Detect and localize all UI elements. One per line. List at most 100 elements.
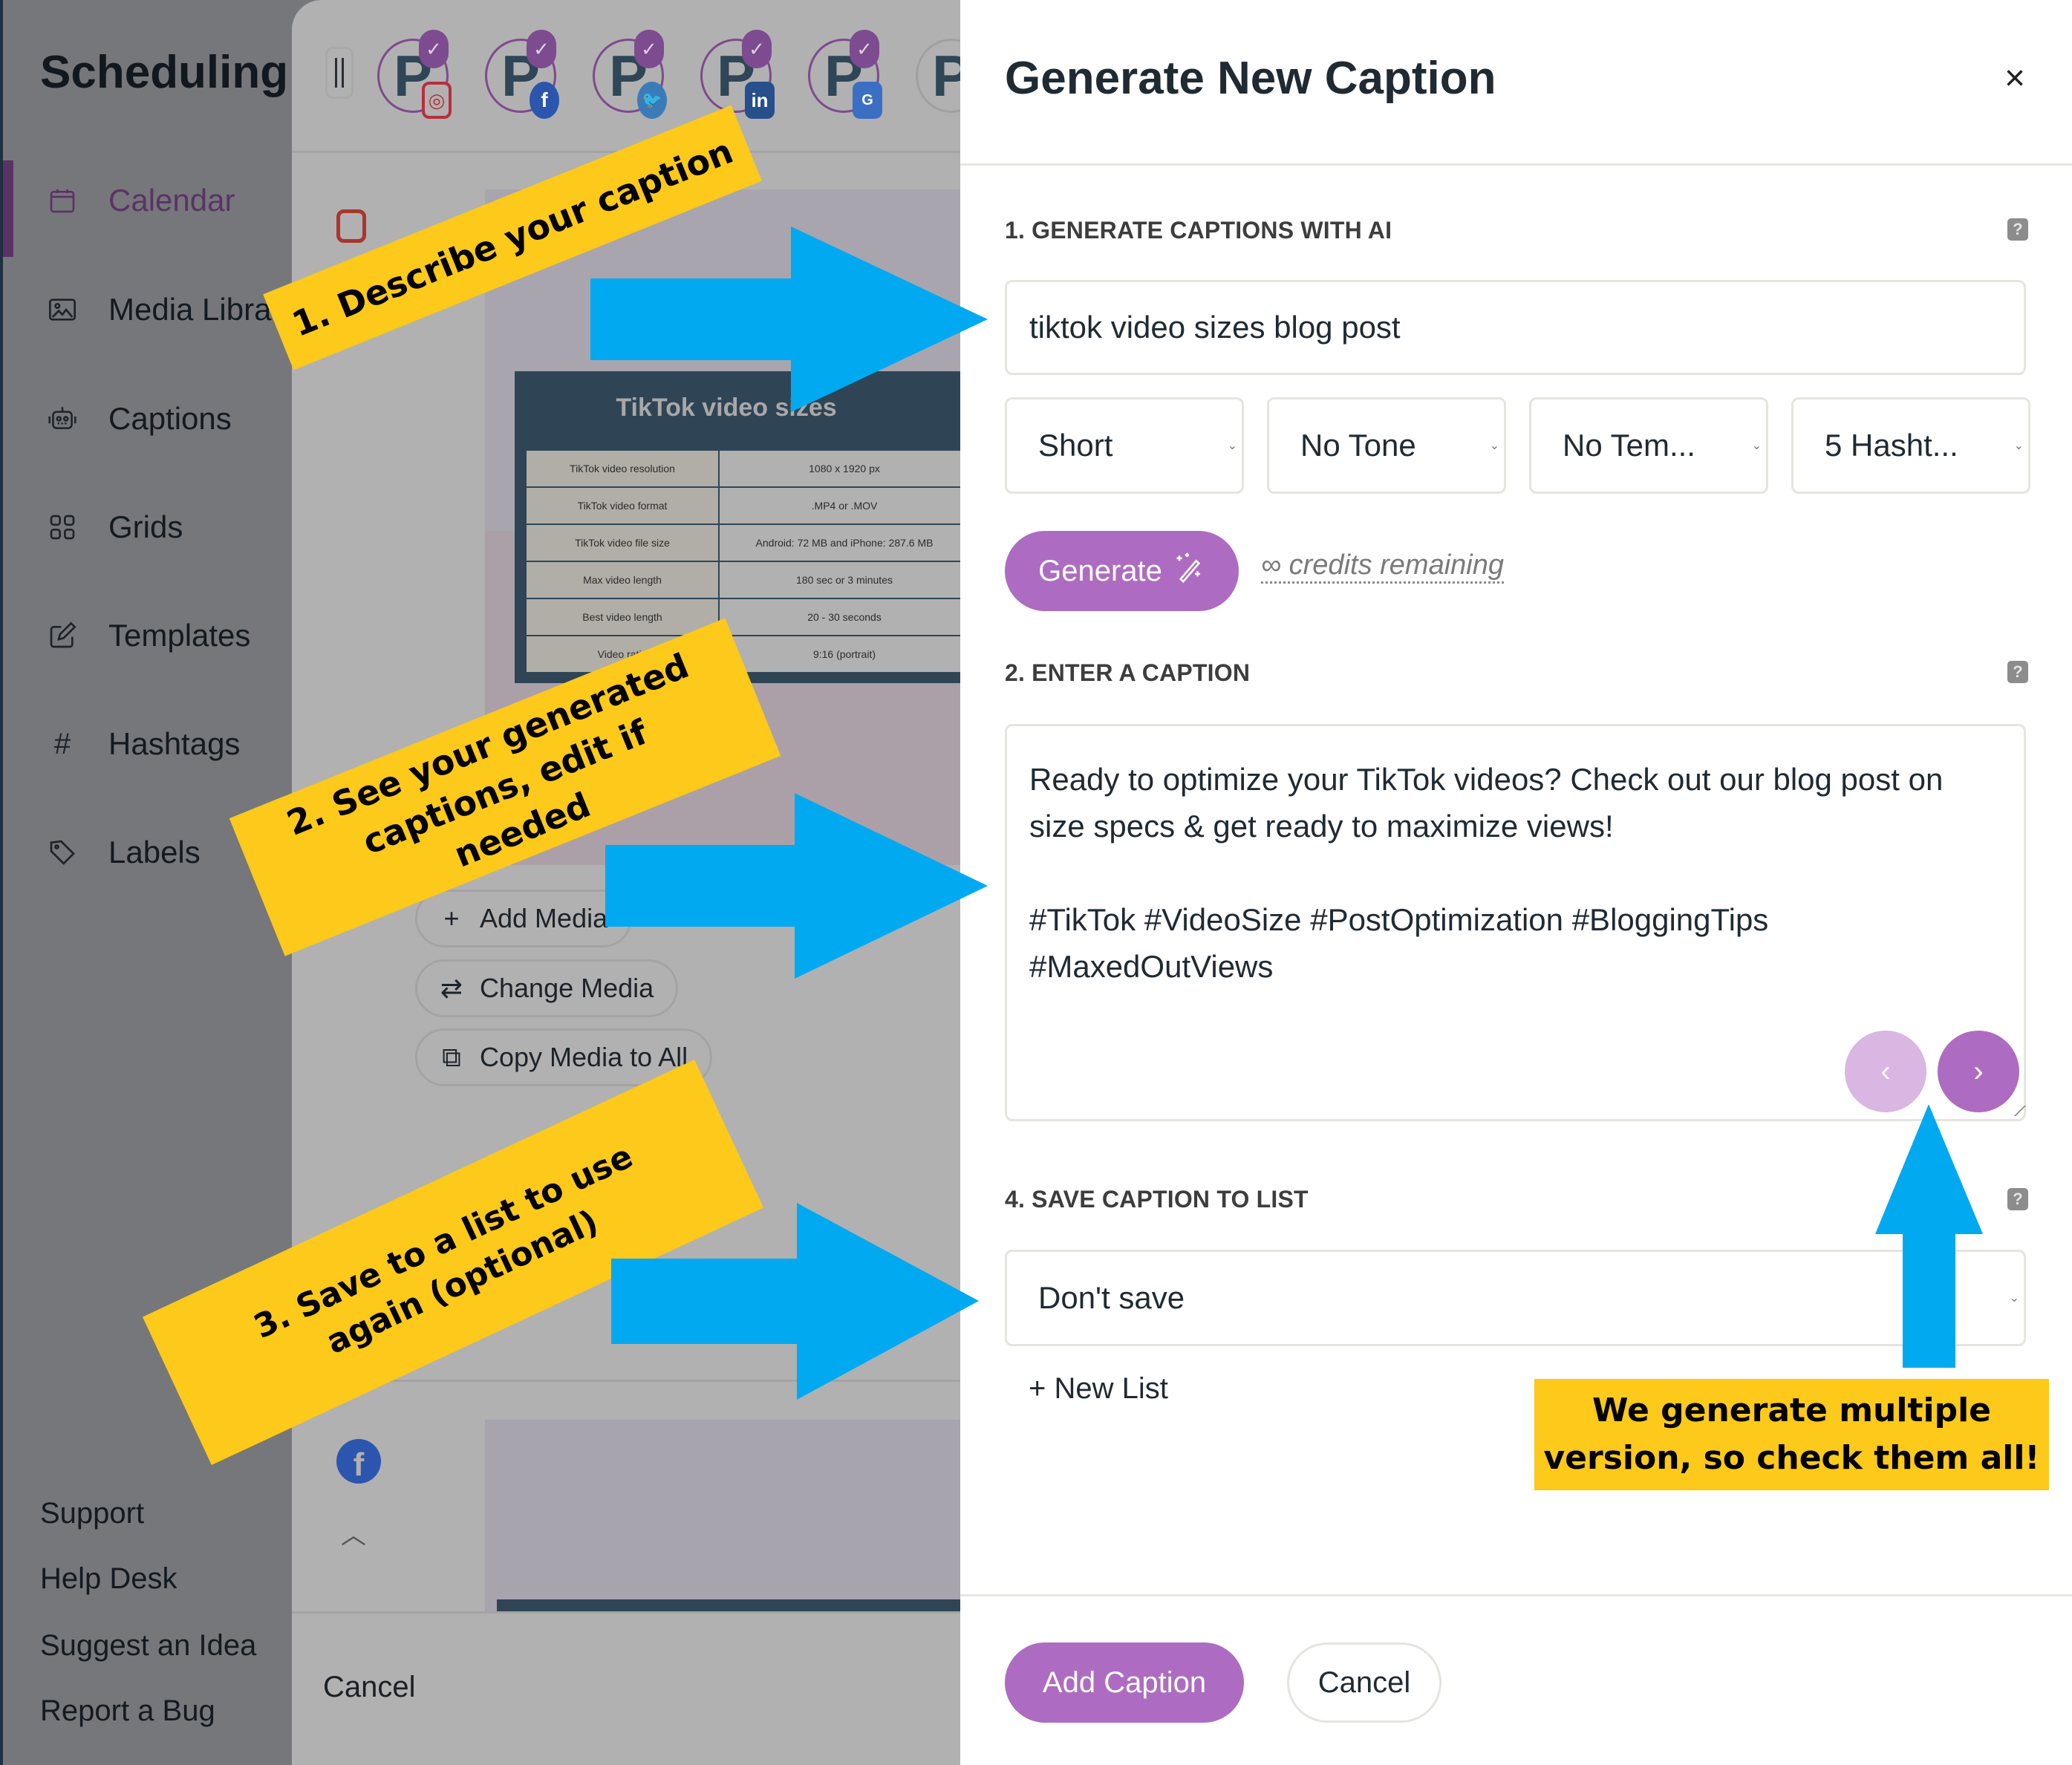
select-value: No Tone — [1300, 428, 1416, 463]
add-caption-button[interactable]: Add Caption — [1005, 1642, 1244, 1723]
row-key: Best video length — [525, 598, 720, 636]
previous-version-button[interactable]: ‹ — [1845, 1031, 1926, 1112]
sidebar-item-label: Labels — [108, 835, 201, 870]
prompt-field[interactable] — [1005, 280, 2026, 375]
grid-icon — [46, 511, 79, 544]
calendar-icon — [46, 184, 79, 217]
chevron-up-icon[interactable]: ︿ — [341, 1515, 366, 1551]
button-label: Add Caption — [1042, 1666, 1207, 1699]
help-desk-link[interactable]: Help Desk — [40, 1562, 177, 1596]
avatar: P — [916, 39, 960, 113]
save-list-select[interactable]: Don't save ⌄ — [1005, 1250, 2026, 1346]
length-select[interactable]: Short ⌄ — [1005, 397, 1244, 494]
select-value: Don't save — [1038, 1280, 1185, 1315]
help-icon[interactable]: ? — [2007, 1188, 2028, 1210]
generate-button[interactable]: Generate — [1005, 531, 1239, 611]
table-row: Best video length 20 - 30 seconds — [525, 598, 960, 636]
report-bug-link[interactable]: Report a Bug — [40, 1694, 215, 1728]
chevron-down-icon: ⌄ — [2013, 440, 2024, 452]
check-icon: ✓ — [850, 30, 879, 68]
sidebar-item-calendar[interactable]: Calendar — [3, 156, 315, 257]
account-unselected[interactable]: P — [916, 30, 960, 119]
instagram-icon: ◎ — [422, 82, 452, 119]
arrow-right-icon — [611, 1203, 979, 1400]
editor-cancel-button[interactable]: Cancel — [323, 1671, 416, 1704]
button-label: Copy Media to All — [480, 1042, 688, 1072]
button-label: Generate — [1038, 554, 1162, 587]
divider — [960, 1594, 2072, 1596]
caption-textarea[interactable]: Ready to optimize your TikTok videos? Ch… — [1005, 724, 2026, 1121]
facebook-icon: f — [336, 1439, 381, 1484]
generate-caption-modal: Generate New Caption × 1. GENERATE CAPTI… — [960, 0, 2072, 1765]
add-media-button[interactable]: + Add Media — [415, 890, 633, 947]
row-value: Android: 72 MB and iPhone: 287.6 MB — [718, 523, 960, 562]
app-brand: Scheduling — [40, 47, 289, 98]
cancel-button[interactable]: Cancel — [1287, 1642, 1441, 1723]
modal-title: Generate New Caption — [1005, 53, 1496, 104]
caption-text[interactable]: Ready to optimize your TikTok videos? Ch… — [1029, 756, 1995, 990]
drag-handle[interactable] — [325, 47, 354, 99]
chevron-down-icon: ⌄ — [1751, 440, 1762, 452]
section-label-caption: 2. ENTER A CAPTION — [1005, 659, 1251, 686]
tag-icon — [46, 836, 79, 869]
facebook-icon: f — [530, 82, 559, 119]
sidebar-item-label: Captions — [108, 401, 232, 436]
google-business-icon: G — [853, 82, 882, 119]
template-select[interactable]: No Tem... ⌄ — [1529, 397, 1768, 494]
credits-remaining-link[interactable]: ∞ credits remaining — [1261, 549, 1504, 584]
swap-icon: ⇄ — [440, 973, 463, 1003]
help-icon[interactable]: ? — [2007, 218, 2028, 241]
table-row: Max video length 180 sec or 3 minutes — [525, 561, 960, 599]
section-label-generate: 1. GENERATE CAPTIONS WITH AI — [1005, 217, 1392, 244]
sidebar-item-hashtags[interactable]: # Hashtags — [3, 699, 315, 789]
select-value: 5 Hasht... — [1825, 428, 1958, 463]
prompt-input[interactable] — [1007, 282, 2024, 373]
row-key: TikTok video resolution — [525, 449, 720, 488]
sidebar-item-label: Hashtags — [108, 726, 241, 761]
tone-select[interactable]: No Tone ⌄ — [1267, 397, 1506, 494]
twitter-icon: 🐦 — [637, 82, 667, 119]
select-value: No Tem... — [1563, 428, 1695, 463]
row-value: 20 - 30 seconds — [718, 598, 960, 636]
row-value: 1080 x 1920 px — [718, 449, 960, 488]
check-icon: ✓ — [742, 30, 772, 68]
tiktok-sizes-image: TikTok video sizes TikTok video resoluti… — [515, 371, 960, 683]
sidebar-item-label: Calendar — [108, 183, 235, 218]
plus-icon: + — [443, 903, 460, 933]
sidebar-item-media-library[interactable]: Media Library — [3, 265, 315, 354]
close-icon[interactable]: × — [1996, 59, 2033, 98]
section-label-save-list: 4. SAVE CAPTION TO LIST — [1005, 1186, 1309, 1213]
row-key: Max video length — [525, 561, 720, 599]
sidebar-item-templates[interactable]: Templates — [3, 591, 315, 680]
account-twitter[interactable]: P ✓ 🐦 — [593, 30, 674, 119]
support-link[interactable]: Support — [40, 1497, 144, 1530]
help-icon[interactable]: ? — [2007, 661, 2028, 683]
edit-icon — [46, 619, 79, 652]
instagram-icon — [336, 209, 366, 243]
account-facebook[interactable]: P ✓ f — [485, 30, 567, 119]
active-indicator — [3, 160, 13, 257]
hashtags-select[interactable]: 5 Hasht... ⌄ — [1791, 397, 2030, 494]
sidebar-item-captions[interactable]: Captions — [3, 374, 315, 463]
row-value: .MP4 or .MOV — [718, 486, 960, 525]
new-list-button[interactable]: + New List — [1029, 1372, 1168, 1406]
account-linkedin[interactable]: P ✓ in — [700, 30, 782, 119]
account-google-business[interactable]: P ✓ G — [808, 30, 890, 119]
divider — [960, 163, 2072, 166]
row-key: TikTok video file size — [525, 523, 720, 562]
account-instagram[interactable]: P ✓ ◎ — [377, 30, 459, 119]
annotation-note: We generate multiple version, so check t… — [1534, 1379, 2049, 1490]
resize-handle[interactable] — [2005, 1106, 2026, 1116]
sidebar-item-label: Templates — [108, 618, 251, 653]
magic-wand-icon — [1174, 552, 1205, 590]
copy-icon: ⧉ — [442, 1041, 461, 1072]
sidebar-item-grids[interactable]: Grids — [3, 483, 315, 572]
row-value: 180 sec or 3 minutes — [718, 561, 960, 599]
row-key: TikTok video format — [525, 486, 720, 525]
image-icon — [46, 293, 79, 326]
hashtag-icon: # — [53, 727, 71, 760]
table-row: TikTok video resolution 1080 x 1920 px — [525, 449, 960, 488]
suggest-idea-link[interactable]: Suggest an Idea — [40, 1629, 256, 1663]
next-version-button[interactable]: › — [1938, 1031, 2019, 1112]
linkedin-icon: in — [745, 82, 775, 119]
